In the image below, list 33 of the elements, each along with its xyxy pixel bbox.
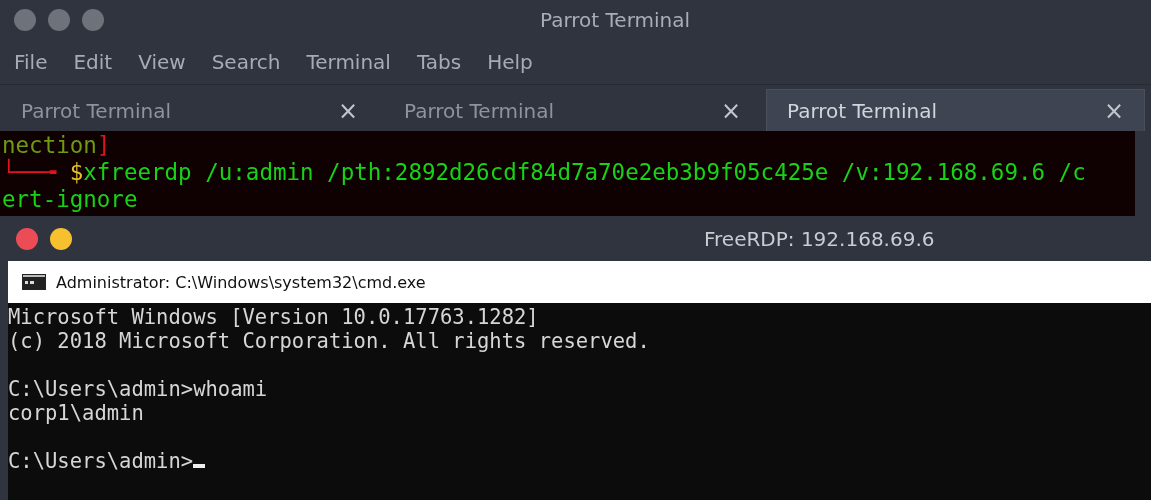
close-tab-button[interactable]: × [1103,96,1124,125]
terminal-tab[interactable]: Parrot Terminal × [0,89,379,131]
close-tab-button[interactable]: × [337,96,358,125]
terminal-tab[interactable]: Parrot Terminal × [383,89,762,131]
close-tab-button[interactable]: × [720,96,741,125]
menu-item[interactable]: Edit [73,50,113,74]
console-icon [22,274,46,290]
menu-item[interactable]: View [138,50,186,74]
terminal-line: ert-ignore [2,186,139,213]
menu-item[interactable]: File [14,50,48,74]
console-line: corp1\admin [8,401,144,425]
window-title: FreeRDP: 192.168.69.6 [704,226,935,251]
menu-item[interactable]: Search [211,50,281,74]
window-control-icon[interactable] [14,9,36,31]
console-line: C:\Users\admin> [8,449,194,473]
close-icon[interactable] [16,227,38,250]
tab-label: Parrot Terminal [787,98,938,123]
menu-item[interactable]: Help [487,50,533,74]
tab-label: Parrot Terminal [21,98,172,123]
terminal-line: nection] [2,132,112,158]
console-line: (c) 2018 Microsoft Corporation. All rights reserved. [8,329,650,353]
console-line: C:\Users\admin>whoami [8,377,268,401]
window-title: Parrot Terminal [540,8,691,32]
minimize-icon[interactable] [50,227,72,250]
tab-label: Parrot Terminal [404,98,555,123]
menu-item[interactable]: Terminal [306,50,391,74]
console-line: Microsoft Windows [Version 10.0.17763.1282] [8,305,539,329]
console-window-title: Administrator: C:\Windows\system32\cmd.exe [56,272,426,292]
terminal-tab[interactable]: Parrot Terminal × [766,89,1145,131]
menu-item[interactable]: Tabs [416,50,462,74]
terminal-line: └──╼ $xfreerdp /u:admin /pth:2892d26cdf84d7a70e2eb3b9f05c425e /v:192.168.69.6 /c [2,159,1087,186]
window-control-icon[interactable] [82,9,104,31]
window-control-icon[interactable] [48,9,70,31]
